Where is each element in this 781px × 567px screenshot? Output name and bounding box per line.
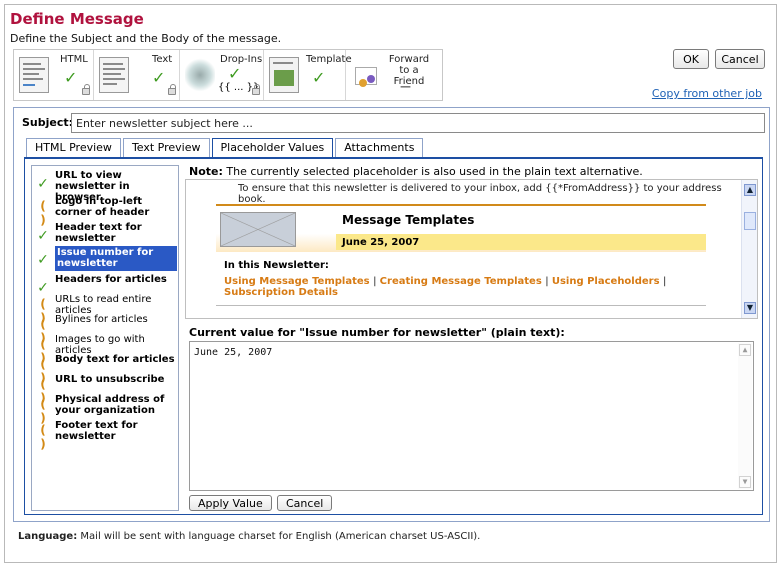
newsletter-date: June 25, 2007	[336, 234, 706, 250]
html-preview-frame: To ensure that this newsletter is delive…	[185, 179, 758, 319]
tool-template[interactable]: Template ✓	[264, 50, 352, 100]
tab-bar: HTML Preview Text Preview Placeholder Va…	[26, 138, 425, 159]
subject-input[interactable]	[71, 113, 765, 133]
placeholder-item-label: URL to unsubscribe	[55, 374, 165, 385]
tool-forward-to-friend[interactable]: Forward to a Friend —	[346, 50, 442, 100]
placeholder-editor: Note: The currently selected placeholder…	[185, 159, 762, 515]
logo-placeholder-image	[220, 212, 296, 247]
scroll-down-icon[interactable]: ▼	[744, 302, 756, 314]
placeholder-item-label: Header text for newsletter	[55, 222, 142, 244]
current-value-textarea[interactable]: June 25, 2007 ▲ ▼	[189, 341, 754, 491]
in-this-newsletter-heading: In this Newsletter:	[224, 260, 329, 271]
check-icon: ✓	[152, 68, 166, 87]
scroll-up-icon[interactable]: ▲	[739, 344, 751, 356]
lock-icon	[168, 84, 176, 95]
ok-button[interactable]: OK	[673, 49, 709, 69]
placeholder-item-label: Footer text for newsletter	[55, 420, 138, 442]
address-book-notice: To ensure that this newsletter is delive…	[238, 183, 722, 205]
placeholder-item[interactable]: ✓ URL to view newsletter in browser	[33, 170, 177, 203]
subject-label: Subject:	[22, 116, 74, 129]
message-panel: Subject: HTML Preview Text Preview Place…	[13, 107, 770, 522]
scroll-thumb[interactable]	[744, 212, 756, 230]
preview-scrollbar[interactable]: ▲ ▼	[741, 180, 757, 318]
value-cancel-button[interactable]: Cancel	[277, 495, 333, 511]
placeholder-item-label: Headers for articles	[55, 274, 167, 285]
check-icon: ✓	[37, 176, 49, 192]
note-label: Note:	[189, 165, 223, 178]
placeholder-item[interactable]: ( ) Physical address of your organization	[33, 394, 177, 425]
tool-text-label: Text	[152, 54, 173, 65]
language-text: Mail will be sent with language charset …	[80, 531, 481, 542]
note: Note: The currently selected placeholder…	[189, 165, 643, 178]
check-icon: ✓	[37, 228, 49, 244]
newsletter-title: Message Templates	[342, 213, 475, 227]
placeholder-item[interactable]: ✓ Issue number for newsletter	[33, 246, 177, 274]
check-icon: ✓	[312, 68, 326, 87]
tool-html[interactable]: HTML ✓	[14, 50, 94, 100]
placeholder-list: ✓ URL to view newsletter in browser( ) Log…	[31, 165, 179, 511]
textarea-scrollbar[interactable]: ▲ ▼	[738, 343, 752, 489]
placeholder-item[interactable]: ( ) Logo in top-left corner of header	[33, 196, 177, 227]
placeholder-item-label: Logo in top-left corner of header	[55, 196, 150, 218]
placeholder-item[interactable]: ( ) Footer text for newsletter	[33, 420, 177, 451]
message-toolbar: HTML ✓ Text ✓ Drop-Ins ✓ {{ ... }} Templ…	[13, 49, 443, 101]
copy-from-other-job-link[interactable]: Copy from other job	[652, 87, 762, 100]
note-text: The currently selected placeholder is al…	[226, 165, 643, 178]
placeholder-item-label: Issue number for newsletter	[55, 246, 177, 271]
check-icon: ✓	[37, 252, 49, 268]
tool-html-label: HTML	[60, 54, 88, 65]
check-icon: ✓	[228, 64, 242, 83]
scroll-down-icon[interactable]: ▼	[739, 476, 751, 488]
placeholder-item-label: Physical address of your organization	[55, 394, 165, 416]
define-message-window: Define Message Define the Subject and th…	[4, 4, 777, 563]
placeholder-values-panel: ✓ URL to view newsletter in browser( ) Log…	[24, 157, 763, 515]
newsletter-header: Message Templates June 25, 2007	[216, 204, 706, 252]
current-value-title: Current value for "Issue number for news…	[189, 326, 565, 339]
current-value-text: June 25, 2007	[194, 347, 273, 358]
article-link[interactable]: Subscription Details	[224, 287, 338, 298]
cancel-button[interactable]: Cancel	[715, 49, 765, 69]
lock-icon	[82, 84, 90, 95]
tool-drop-ins[interactable]: Drop-Ins ✓ {{ ... }}	[180, 50, 264, 100]
language-line: Language: Mail will be sent with languag…	[18, 531, 480, 542]
template-icon	[269, 57, 299, 93]
check-icon: ✓	[64, 68, 78, 87]
tab-text-preview[interactable]: Text Preview	[122, 138, 210, 157]
placeholder-item-label: Body text for articles	[55, 354, 175, 365]
tool-template-label: Template	[306, 54, 352, 65]
people-icon	[351, 57, 381, 93]
placeholder-item-label: URLs to read entire articles	[55, 294, 152, 316]
gear-icon	[185, 57, 215, 93]
newsletter-links: Using Message Templates | Creating Messa…	[224, 276, 667, 298]
scroll-up-icon[interactable]: ▲	[744, 184, 756, 196]
article-link[interactable]: Creating Message Templates	[380, 276, 542, 287]
tab-placeholder-values[interactable]: Placeholder Values	[211, 138, 334, 159]
article-link[interactable]: Using Placeholders	[552, 276, 660, 287]
placeholder-item-label: Images to go with articles	[55, 334, 145, 356]
dash-icon: —	[400, 80, 411, 93]
divider	[216, 305, 706, 306]
page-subtitle: Define the Subject and the Body of the m…	[10, 32, 282, 45]
article-link[interactable]: Using Message Templates	[224, 276, 370, 287]
html-document-icon	[19, 57, 49, 93]
page-title: Define Message	[10, 10, 144, 28]
pending-icon: ( )	[40, 423, 46, 451]
tab-attachments[interactable]: Attachments	[335, 138, 424, 157]
text-document-icon	[99, 57, 129, 93]
language-label: Language:	[18, 531, 78, 542]
tool-text[interactable]: Text ✓	[94, 50, 180, 100]
apply-value-button[interactable]: Apply Value	[189, 495, 272, 511]
placeholder-item-label: Bylines for articles	[55, 314, 148, 325]
lock-icon	[252, 84, 260, 95]
tab-html-preview[interactable]: HTML Preview	[26, 138, 121, 157]
